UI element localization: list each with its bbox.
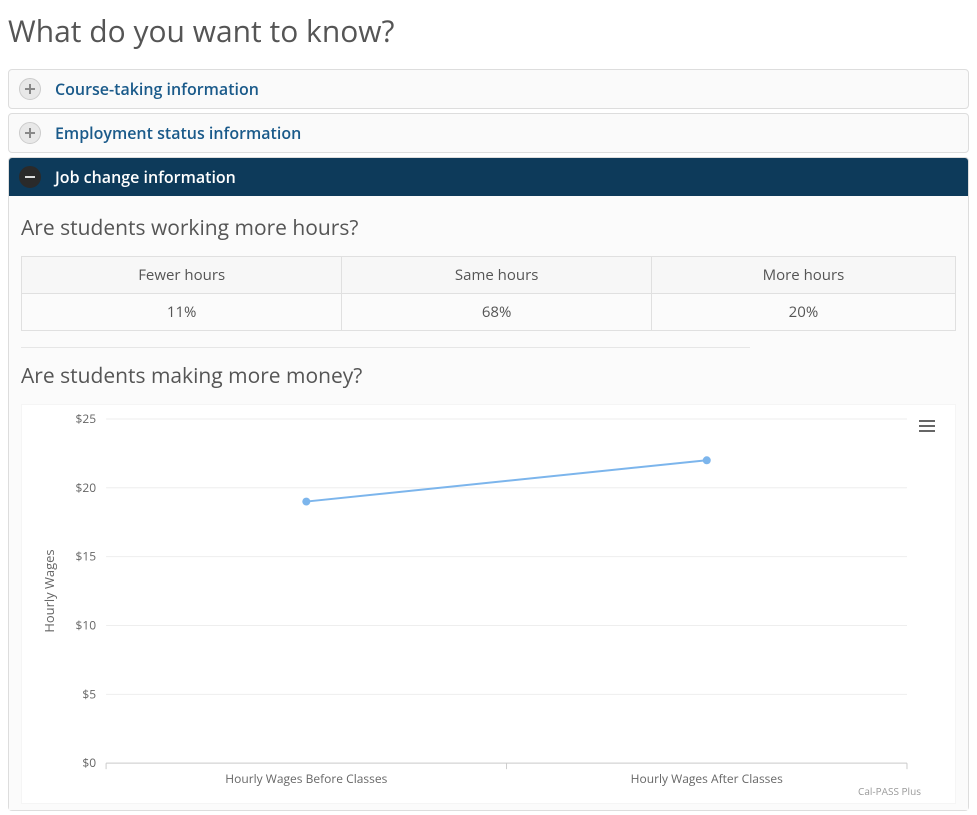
col-header: Same hours — [342, 257, 652, 294]
money-heading: Are students making more money? — [21, 362, 956, 390]
accordion-label: Job change information — [55, 166, 236, 188]
cell-value: 68% — [342, 294, 652, 331]
divider — [21, 347, 750, 348]
svg-text:Hourly Wages After Classes: Hourly Wages After Classes — [631, 770, 784, 787]
svg-text:Hourly Wages Before Classes: Hourly Wages Before Classes — [225, 770, 387, 787]
svg-text:$20: $20 — [75, 479, 96, 496]
wages-chart: $0$5$10$15$20$25Hourly Wages Before Clas… — [21, 404, 956, 804]
col-header: Fewer hours — [22, 257, 342, 294]
accordion-header-jobchange[interactable]: Job change information — [9, 158, 968, 196]
hours-table: Fewer hours Same hours More hours 11% 68… — [21, 256, 956, 331]
cell-value: 11% — [22, 294, 342, 331]
accordion-header-course[interactable]: Course-taking information — [9, 70, 968, 108]
panel-jobchange: Are students working more hours? Fewer h… — [9, 196, 968, 810]
accordion-label: Employment status information — [55, 122, 301, 144]
chart-menu-icon[interactable] — [919, 417, 935, 435]
expand-icon — [19, 78, 41, 100]
page-title: What do you want to know? — [8, 10, 969, 51]
hours-heading: Are students working more hours? — [21, 214, 956, 242]
accordion-item-jobchange: Job change information Are students work… — [8, 157, 969, 811]
svg-text:$15: $15 — [75, 548, 96, 565]
svg-text:$25: $25 — [75, 410, 96, 427]
svg-text:Hourly Wages: Hourly Wages — [40, 549, 58, 632]
accordion: Course-taking information Employment sta… — [8, 69, 969, 811]
collapse-icon — [19, 166, 41, 188]
table-row: 11% 68% 20% — [22, 294, 956, 331]
accordion-header-employment[interactable]: Employment status information — [9, 114, 968, 152]
cell-value: 20% — [651, 294, 955, 331]
expand-icon — [19, 122, 41, 144]
col-header: More hours — [651, 257, 955, 294]
accordion-item-employment: Employment status information — [8, 113, 969, 153]
accordion-item-course: Course-taking information — [8, 69, 969, 109]
chart-svg: $0$5$10$15$20$25Hourly Wages Before Clas… — [26, 409, 927, 799]
svg-text:$10: $10 — [75, 617, 96, 634]
svg-text:$5: $5 — [82, 685, 96, 702]
svg-text:Cal-PASS Plus: Cal-PASS Plus — [858, 784, 921, 798]
table-row: Fewer hours Same hours More hours — [22, 257, 956, 294]
accordion-label: Course-taking information — [55, 78, 259, 100]
